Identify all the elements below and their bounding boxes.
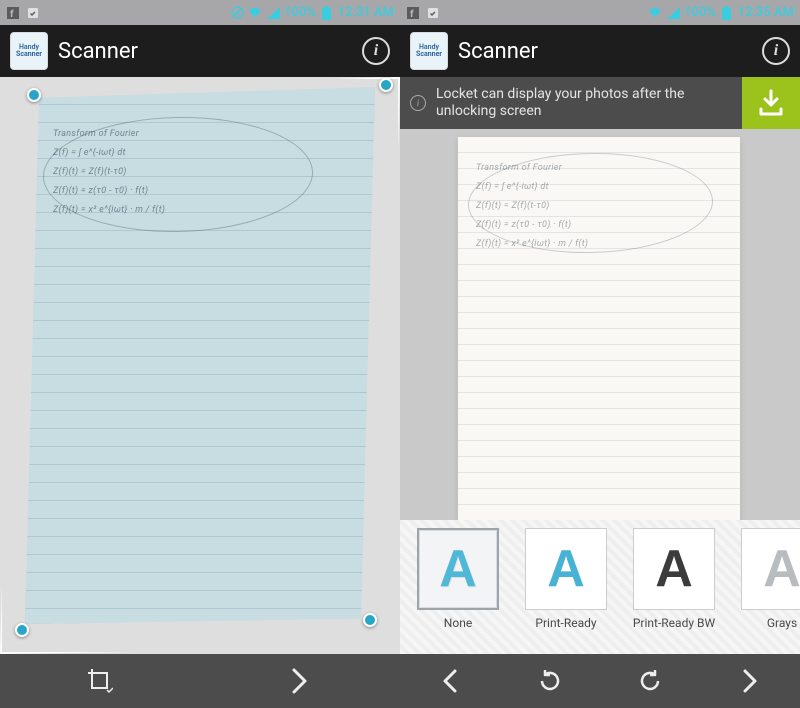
app-logo-icon[interactable]: Handy Scanner	[10, 32, 48, 70]
crop-icon	[87, 668, 113, 694]
facebook-notification-icon: f	[406, 6, 420, 20]
crop-handle-top-left[interactable]	[27, 88, 41, 102]
rotate-ccw-icon	[536, 667, 564, 695]
rotate-left-button[interactable]	[500, 654, 600, 708]
facebook-notification-icon: f	[6, 6, 20, 20]
crop-handle-bottom-right[interactable]	[363, 613, 377, 627]
chevron-right-icon	[291, 667, 309, 695]
filter-option-none[interactable]: A None	[406, 528, 510, 646]
battery-icon	[320, 6, 334, 20]
bottom-toolbar	[400, 654, 800, 708]
rotate-right-button[interactable]	[600, 654, 700, 708]
filter-swatch: A	[525, 528, 607, 610]
svg-text:f: f	[410, 9, 414, 19]
filter-label: Print-Ready	[535, 616, 596, 630]
clock-time: 12:35 AM	[738, 5, 794, 20]
filter-swatch: A	[741, 528, 800, 610]
wifi-icon	[248, 6, 262, 20]
status-bar: f 100% 12:35 AM	[400, 0, 800, 25]
do-not-disturb-icon	[230, 6, 244, 20]
filter-option-print-ready[interactable]: A Print-Ready	[514, 528, 618, 646]
phone-screen-crop: f 100% 12:31 AM Handy Scann	[0, 0, 400, 708]
ad-banner-text: Locket can display your photos after the…	[436, 86, 732, 121]
crop-handle-bottom-left[interactable]	[15, 623, 29, 637]
filter-swatch: A	[633, 528, 715, 610]
app-title: Scanner	[58, 39, 138, 64]
filter-label: Grays	[767, 616, 797, 630]
filter-option-print-ready-bw[interactable]: A Print-Ready BW	[622, 528, 726, 646]
previous-button[interactable]	[400, 654, 500, 708]
phone-screen-filter: f 100% 12:35 AM Handy Scanner Scanner	[400, 0, 800, 708]
app-logo-icon[interactable]: Handy Scanner	[410, 32, 448, 70]
battery-percent: 100%	[284, 5, 316, 20]
clipboard-notification-icon	[26, 6, 40, 20]
battery-percent: 100%	[684, 5, 716, 20]
next-button[interactable]	[700, 654, 800, 708]
filter-label: Print-Ready BW	[633, 616, 715, 630]
svg-text:f: f	[10, 9, 14, 19]
document-text-preview: Transform of Fourier Z(f) = ∫ e^{-iωt} d…	[476, 159, 680, 253]
battery-icon	[720, 6, 734, 20]
clock-time: 12:31 AM	[338, 5, 394, 20]
document-crop-viewport[interactable]: Transform of Fourier Z(f) = ∫ e^{-iωt} d…	[0, 77, 400, 654]
wifi-icon	[648, 6, 662, 20]
next-button[interactable]	[200, 654, 400, 708]
filter-swatch: A	[417, 528, 499, 610]
filter-strip[interactable]: A None A Print-Ready A Print-Ready BW A …	[400, 520, 800, 654]
info-button[interactable]: i	[362, 37, 390, 65]
bottom-toolbar	[0, 654, 400, 708]
ad-banner[interactable]: i Locket can display your photos after t…	[400, 77, 800, 129]
document-preview-viewport[interactable]: Transform of Fourier Z(f) = ∫ e^{-iωt} d…	[400, 129, 800, 654]
clipboard-notification-icon	[426, 6, 440, 20]
chevron-left-icon	[442, 668, 458, 694]
status-bar: f 100% 12:31 AM	[0, 0, 400, 25]
ad-info-icon[interactable]: i	[410, 95, 426, 111]
info-button[interactable]: i	[762, 37, 790, 65]
app-title: Scanner	[458, 39, 538, 64]
app-bar: Handy Scanner Scanner i	[0, 25, 400, 77]
signal-icon	[266, 6, 280, 20]
crop-button[interactable]	[0, 654, 200, 708]
app-bar: Handy Scanner Scanner i	[400, 25, 800, 77]
filter-option-grays[interactable]: A Grays	[730, 528, 800, 646]
ad-download-button[interactable]	[742, 77, 800, 129]
crop-handle-top-right[interactable]	[379, 78, 393, 92]
signal-icon	[666, 6, 680, 20]
rotate-cw-icon	[636, 667, 664, 695]
crop-region[interactable]: Transform of Fourier Z(f) = ∫ e^{-iωt} d…	[25, 87, 375, 624]
document-text-preview: Transform of Fourier Z(f) = ∫ e^{-iωt} d…	[53, 125, 255, 219]
filter-label: None	[444, 616, 472, 630]
download-icon	[756, 88, 786, 118]
chevron-right-icon	[742, 668, 758, 694]
